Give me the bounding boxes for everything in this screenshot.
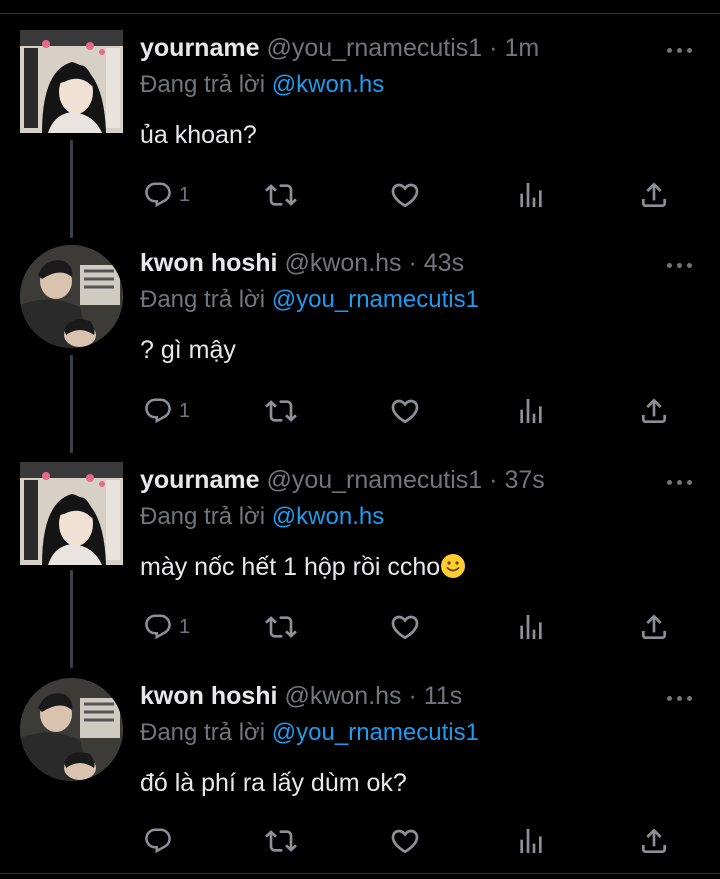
share-icon — [642, 828, 666, 853]
timestamp[interactable]: 1m — [504, 34, 539, 62]
tweet-text: ủa khoan? — [140, 121, 257, 149]
replying-label: Đang trả lời — [140, 71, 266, 98]
reply-count: 1 — [179, 183, 191, 206]
retweet-button[interactable] — [265, 177, 297, 213]
separator-dot: · — [408, 249, 417, 277]
share-icon — [642, 398, 666, 423]
action-bar: 1 — [0, 609, 720, 645]
tweet-header: yourname @you_rnamecutis1 · 37s — [140, 464, 545, 496]
tweet-text: mày nốc hết 1 hộp rồi ccho — [140, 553, 441, 581]
replying-to: Đang trả lời @you_rnamecutis1 — [140, 285, 479, 315]
avatar[interactable] — [20, 245, 123, 348]
tweet-text: ? gì mậy — [140, 336, 236, 364]
retweet-button[interactable] — [265, 609, 297, 645]
action-bar — [0, 823, 720, 859]
reply-icon — [145, 182, 171, 208]
user-handle[interactable]: @kwon.hs — [284, 249, 401, 277]
tweet-text-container: mày nốc hết 1 hộp rồi ccho — [140, 550, 466, 584]
tweet[interactable]: kwon hoshi @kwon.hs · 11s Đang trả lời @… — [0, 678, 720, 868]
views-button[interactable] — [515, 177, 547, 213]
share-button[interactable] — [638, 823, 670, 859]
action-bar: 1 — [0, 393, 720, 429]
analytics-icon — [520, 399, 542, 423]
share-icon — [642, 614, 666, 639]
share-button[interactable] — [638, 177, 670, 213]
retweet-icon — [265, 830, 297, 852]
retweet-icon — [265, 400, 297, 422]
retweet-icon — [265, 184, 297, 206]
views-button[interactable] — [515, 393, 547, 429]
mention-link[interactable]: @you_rnamecutis1 — [272, 286, 479, 313]
separator-dot: · — [408, 682, 417, 710]
analytics-icon — [520, 183, 542, 207]
bottom-divider — [0, 873, 720, 874]
reply-button[interactable]: 1 — [143, 609, 190, 645]
views-button[interactable] — [515, 609, 547, 645]
more-icon[interactable] — [667, 480, 693, 486]
tweet[interactable]: yourname @you_rnamecutis1 · 37s Đang trả… — [0, 462, 720, 662]
like-icon — [391, 615, 419, 640]
replying-label: Đang trả lời — [140, 503, 266, 530]
more-icon[interactable] — [667, 263, 693, 269]
user-handle[interactable]: @you_rnamecutis1 — [266, 34, 482, 62]
reply-button[interactable]: 1 — [143, 393, 190, 429]
like-button[interactable] — [389, 609, 421, 645]
reply-count: 1 — [179, 399, 191, 422]
reply-button[interactable]: 1 — [143, 177, 190, 213]
slightly-smiling-face-emoji — [441, 554, 466, 578]
retweet-button[interactable] — [265, 823, 297, 859]
retweet-icon — [265, 616, 297, 638]
reply-icon — [145, 398, 171, 424]
replying-label: Đang trả lời — [140, 286, 266, 313]
mention-link[interactable]: @kwon.hs — [272, 503, 384, 530]
tweet-header: yourname @you_rnamecutis1 · 1m — [140, 32, 539, 64]
avatar[interactable] — [20, 678, 123, 781]
tweet-header: kwon hoshi @kwon.hs · 43s — [140, 247, 464, 279]
display-name[interactable]: kwon hoshi — [140, 682, 278, 710]
action-bar: 1 — [0, 177, 720, 213]
tweet-text: đó là phí ra lấy dùm ok? — [140, 769, 407, 797]
views-button[interactable] — [515, 823, 547, 859]
replying-label: Đang trả lời — [140, 719, 266, 746]
analytics-icon — [520, 829, 542, 853]
replying-to: Đang trả lời @kwon.hs — [140, 502, 384, 532]
reply-button[interactable] — [143, 823, 179, 859]
more-icon[interactable] — [667, 48, 693, 54]
share-button[interactable] — [638, 393, 670, 429]
reply-count: 1 — [179, 615, 191, 638]
timestamp[interactable]: 11s — [424, 682, 462, 710]
display-name[interactable]: yourname — [140, 34, 259, 62]
retweet-button[interactable] — [265, 393, 297, 429]
share-button[interactable] — [638, 609, 670, 645]
more-icon[interactable] — [667, 696, 693, 702]
timestamp[interactable]: 37s — [504, 466, 544, 494]
tweet[interactable]: yourname @you_rnamecutis1 · 1m Đang trả … — [0, 30, 720, 230]
separator-dot: · — [489, 34, 498, 62]
reply-icon — [145, 614, 171, 640]
replying-to: Đang trả lời @kwon.hs — [140, 70, 384, 100]
like-button[interactable] — [389, 177, 421, 213]
like-button[interactable] — [389, 393, 421, 429]
tweet-header: kwon hoshi @kwon.hs · 11s — [140, 680, 462, 712]
mention-link[interactable]: @you_rnamecutis1 — [272, 719, 479, 746]
user-handle[interactable]: @kwon.hs — [284, 682, 401, 710]
avatar[interactable] — [20, 30, 123, 133]
display-name[interactable]: kwon hoshi — [140, 249, 278, 277]
replying-to: Đang trả lời @you_rnamecutis1 — [140, 718, 479, 748]
like-button[interactable] — [389, 823, 421, 859]
mention-link[interactable]: @kwon.hs — [272, 71, 384, 98]
like-icon — [391, 399, 419, 424]
user-handle[interactable]: @you_rnamecutis1 — [266, 466, 482, 494]
share-icon — [642, 182, 666, 207]
like-icon — [391, 183, 419, 208]
top-divider — [0, 13, 720, 14]
tweet[interactable]: kwon hoshi @kwon.hs · 43s Đang trả lời @… — [0, 245, 720, 445]
separator-dot: · — [489, 466, 498, 494]
analytics-icon — [520, 615, 542, 639]
like-icon — [391, 829, 419, 854]
reply-icon — [145, 828, 171, 854]
display-name[interactable]: yourname — [140, 466, 259, 494]
timestamp[interactable]: 43s — [424, 249, 464, 277]
avatar[interactable] — [20, 462, 123, 565]
